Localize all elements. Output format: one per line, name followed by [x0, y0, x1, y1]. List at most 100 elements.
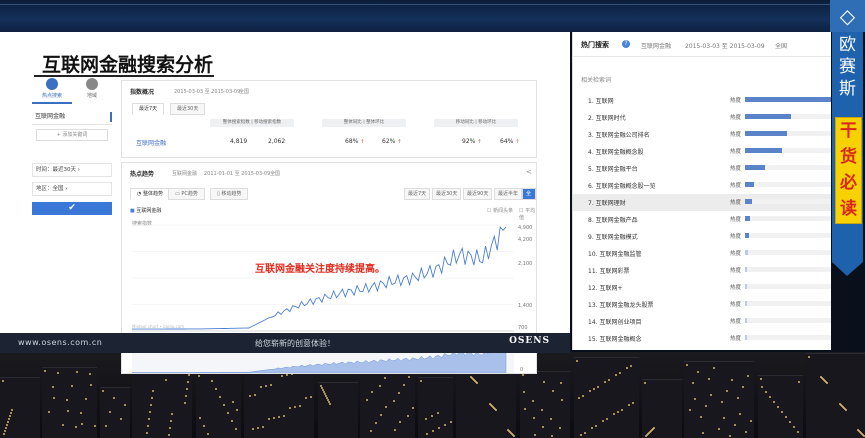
- hot-search-row[interactable]: 8. 互联网金融产品 热度: [573, 211, 831, 228]
- heat-label: 热度: [730, 98, 742, 104]
- hot-search-keyword: 互联网金融: [641, 43, 672, 50]
- column-header: 整体搜索指数 | 移动搜索指数: [210, 119, 294, 127]
- slide-title: 互联网金融搜索分析: [42, 54, 214, 76]
- lit-window: [431, 415, 433, 417]
- lit-window: [310, 396, 312, 398]
- building: [642, 379, 682, 438]
- lit-window: [432, 430, 434, 432]
- heat-label: 热度: [730, 132, 742, 138]
- heat-bar: [745, 335, 747, 340]
- hot-search-row[interactable]: 4. 互联网金融概念股 热度: [573, 143, 831, 160]
- lit-window: [67, 410, 69, 412]
- lit-window: [393, 400, 395, 402]
- chart-watermark: Mixtool chart • baidu.com: [132, 324, 184, 329]
- confirm-button[interactable]: ✔: [32, 202, 112, 215]
- lit-window: [750, 420, 752, 422]
- lit-window: [399, 421, 401, 423]
- overall-yoy: 68% ↑: [345, 138, 364, 145]
- lit-window: [235, 428, 237, 430]
- lit-window: [580, 434, 582, 436]
- lit-window: [289, 407, 291, 409]
- footer-website[interactable]: www.osens.com.cn: [18, 338, 102, 347]
- hot-search-row[interactable]: 14. 互联网创业项目 热度: [573, 313, 831, 330]
- lit-window: [2, 380, 4, 382]
- tab-last-30-days[interactable]: 最近30天: [170, 103, 206, 115]
- lit-window: [81, 423, 83, 425]
- tag-char: 货: [840, 147, 857, 167]
- lit-window: [149, 411, 151, 413]
- building: [0, 377, 40, 438]
- footer-slogan: 给您崭新的创意体验！: [255, 339, 335, 348]
- hot-search-row[interactable]: 3. 互联网金融公司排名 热度: [573, 126, 831, 143]
- lit-window: [761, 386, 763, 388]
- hot-search-row[interactable]: 15. 互联网金融概念 热度: [573, 330, 831, 347]
- hot-search-row[interactable]: 13. 互联网金融龙头股票 热度: [573, 296, 831, 313]
- overview-keyword[interactable]: 互联网金融: [136, 138, 166, 147]
- heat-bar-track: [745, 165, 831, 170]
- lit-window: [71, 385, 73, 387]
- building: [42, 367, 97, 438]
- hot-search-row[interactable]: 9. 互联网金融模式 热度: [573, 228, 831, 245]
- arrow-up-icon: ↑: [397, 139, 402, 145]
- heat-label: 热度: [730, 234, 742, 240]
- lit-window: [147, 425, 149, 427]
- tab-hot-search[interactable]: 热点搜索: [32, 76, 72, 104]
- lit-window: [694, 398, 696, 400]
- lit-window: [4, 430, 6, 432]
- keyword-sidebar: 热点搜索 地域 互联网金融 + 添加关键词 时间：最近30天 › 地区：全国 ›…: [32, 76, 112, 276]
- time-filter[interactable]: 时间：最近30天 ›: [32, 163, 112, 177]
- overall-index: 4,819: [230, 138, 248, 145]
- lit-window: [745, 431, 747, 433]
- lit-window: [236, 409, 238, 411]
- help-icon[interactable]: ?: [622, 40, 630, 48]
- lit-window: [185, 395, 187, 397]
- tab-region[interactable]: 地域: [72, 76, 112, 104]
- lit-window: [734, 424, 736, 426]
- hot-search-row[interactable]: 6. 互联网金融概念股一览 热度: [573, 177, 831, 194]
- related-terms-label: 相关检索词: [581, 77, 612, 84]
- lit-window: [576, 360, 578, 362]
- lit-window: [522, 374, 524, 376]
- hot-search-row[interactable]: 10. 互联网金融监管 热度: [573, 245, 831, 262]
- lit-window: [708, 378, 710, 380]
- heat-label: 热度: [730, 166, 742, 172]
- lit-window: [808, 356, 810, 358]
- lit-window: [262, 426, 264, 428]
- hot-search-term: 2. 互联网时代: [588, 115, 626, 122]
- hot-search-row[interactable]: 2. 互联网时代 热度: [573, 109, 831, 126]
- keyword-item[interactable]: 互联网金融: [32, 110, 112, 125]
- hot-search-row[interactable]: 11. 互联网彩票 热度: [573, 262, 831, 279]
- lit-window: [597, 386, 599, 388]
- region-filter[interactable]: 地区：全国 ›: [32, 182, 112, 196]
- lit-window: [198, 375, 200, 377]
- lit-window: [689, 409, 691, 411]
- building: [520, 371, 570, 438]
- add-keyword-button[interactable]: + 添加关键词: [36, 129, 108, 141]
- hot-search-term: 10. 互联网金融监管: [588, 251, 642, 258]
- tab-last-7-days[interactable]: 最近7天: [132, 103, 165, 115]
- lit-window: [109, 411, 111, 413]
- mom-value: 62%: [382, 138, 396, 145]
- lit-window: [604, 381, 606, 383]
- mobile-mom: 64% ↑: [500, 138, 519, 145]
- hot-search-term: 11. 互联网彩票: [588, 268, 630, 275]
- y-tick-label: 2,100: [518, 261, 532, 267]
- lit-window: [450, 421, 452, 423]
- lit-window: [199, 417, 201, 419]
- hot-search-row[interactable]: 7. 互联网理财 热度: [573, 194, 831, 211]
- heat-label: 热度: [730, 319, 742, 325]
- lit-window: [582, 395, 584, 397]
- hot-search-row[interactable]: 1. 互联网 热度: [573, 92, 831, 109]
- lit-window: [329, 403, 331, 405]
- heat-label: 热度: [730, 251, 742, 257]
- heat-bar: [745, 284, 747, 289]
- heat-bar-track: [745, 97, 831, 102]
- lit-window: [113, 397, 115, 399]
- overview-region: 全国: [239, 89, 250, 95]
- lit-window: [94, 425, 96, 427]
- hot-search-row[interactable]: 12. 互联网+ 热度: [573, 279, 831, 296]
- lit-window: [444, 424, 446, 426]
- hot-search-row[interactable]: 5. 互联网金融平台 热度: [573, 160, 831, 177]
- lit-window: [737, 397, 739, 399]
- lit-window: [75, 426, 77, 428]
